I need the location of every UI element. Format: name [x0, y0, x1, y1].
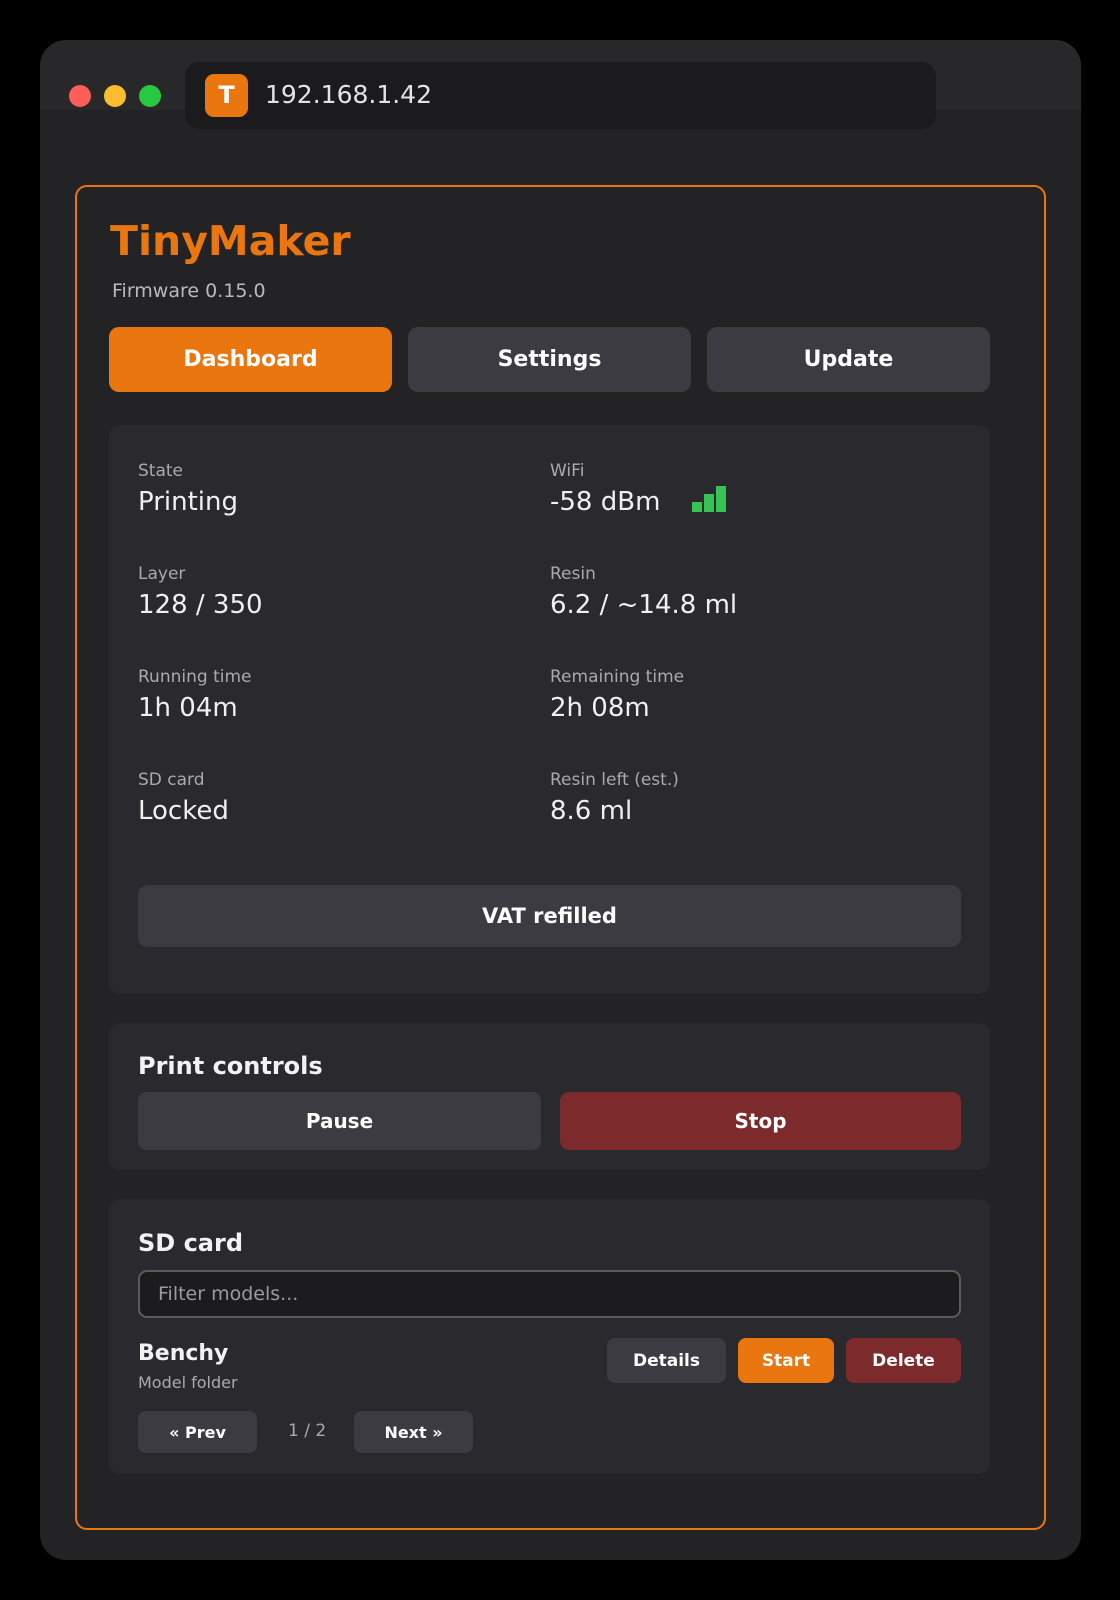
- page-indicator: 1 / 2: [288, 1421, 327, 1441]
- url-text[interactable]: 192.168.1.42: [265, 80, 432, 109]
- pause-button[interactable]: Pause: [138, 1092, 541, 1150]
- stat-sd-card: SD card Locked: [138, 770, 229, 826]
- stat-state: State Printing: [138, 461, 238, 517]
- stat-remaining-time: Remaining time 2h 08m: [550, 667, 684, 723]
- stat-resin-left: Resin left (est.) 8.6 ml: [550, 770, 679, 826]
- stat-label: WiFi: [550, 461, 585, 481]
- model-name: Benchy: [138, 1341, 229, 1366]
- stat-label: Running time: [138, 667, 252, 687]
- stat-value: Printing: [138, 487, 239, 517]
- stat-value: -58 dBm: [550, 487, 661, 517]
- address-bar[interactable]: T 192.168.1.42: [185, 62, 936, 129]
- stat-value-row: -58 dBm: [550, 485, 728, 518]
- stat-label: SD card: [138, 770, 205, 790]
- status-card: State Printing WiFi -58 dBm Layer 128 / …: [109, 425, 990, 994]
- stat-wifi: WiFi -58 dBm: [550, 461, 728, 518]
- stat-value: 1h 04m: [138, 693, 238, 723]
- filter-models-input[interactable]: [138, 1270, 961, 1318]
- stat-value: 128 / 350: [138, 590, 263, 620]
- stat-layer: Layer 128 / 350: [138, 564, 263, 620]
- details-button[interactable]: Details: [607, 1338, 726, 1383]
- stat-value: 2h 08m: [550, 693, 650, 723]
- stat-label: Layer: [138, 564, 186, 584]
- section-title: Print controls: [138, 1052, 323, 1080]
- maximize-window-button[interactable]: [139, 85, 161, 107]
- start-button[interactable]: Start: [738, 1338, 834, 1383]
- model-type: Model folder: [138, 1373, 238, 1392]
- stat-label: State: [138, 461, 183, 481]
- stop-button[interactable]: Stop: [560, 1092, 961, 1150]
- stat-value: 6.2 / ~14.8 ml: [550, 590, 738, 620]
- wifi-signal-icon: [692, 482, 728, 512]
- app-title: TinyMaker: [110, 217, 351, 265]
- sd-card-panel: SD card Benchy Model folder Details Star…: [109, 1199, 990, 1474]
- stat-label: Resin left (est.): [550, 770, 679, 790]
- app-frame: TinyMaker Firmware 0.15.0 Dashboard Sett…: [75, 185, 1046, 1530]
- next-page-button[interactable]: Next »: [354, 1411, 473, 1453]
- tab-dashboard[interactable]: Dashboard: [109, 327, 392, 392]
- prev-page-button[interactable]: « Prev: [138, 1411, 257, 1453]
- close-window-button[interactable]: [69, 85, 91, 107]
- section-title: SD card: [138, 1229, 243, 1257]
- stat-label: Resin: [550, 564, 596, 584]
- stat-value: Locked: [138, 796, 229, 826]
- stat-value: 8.6 ml: [550, 796, 633, 826]
- stat-resin: Resin 6.2 / ~14.8 ml: [550, 564, 737, 620]
- tab-update[interactable]: Update: [707, 327, 990, 392]
- print-controls-card: Print controls Pause Stop: [109, 1023, 990, 1170]
- browser-window: T 192.168.1.42 TinyMaker Firmware 0.15.0…: [40, 40, 1081, 1560]
- vat-refilled-button[interactable]: VAT refilled: [138, 885, 961, 947]
- delete-button[interactable]: Delete: [846, 1338, 961, 1383]
- tab-settings[interactable]: Settings: [408, 327, 691, 392]
- stat-label: Remaining time: [550, 667, 685, 687]
- firmware-version: Firmware 0.15.0: [112, 280, 266, 302]
- minimize-window-button[interactable]: [104, 85, 126, 107]
- stat-running-time: Running time 1h 04m: [138, 667, 251, 723]
- site-icon: T: [205, 74, 248, 117]
